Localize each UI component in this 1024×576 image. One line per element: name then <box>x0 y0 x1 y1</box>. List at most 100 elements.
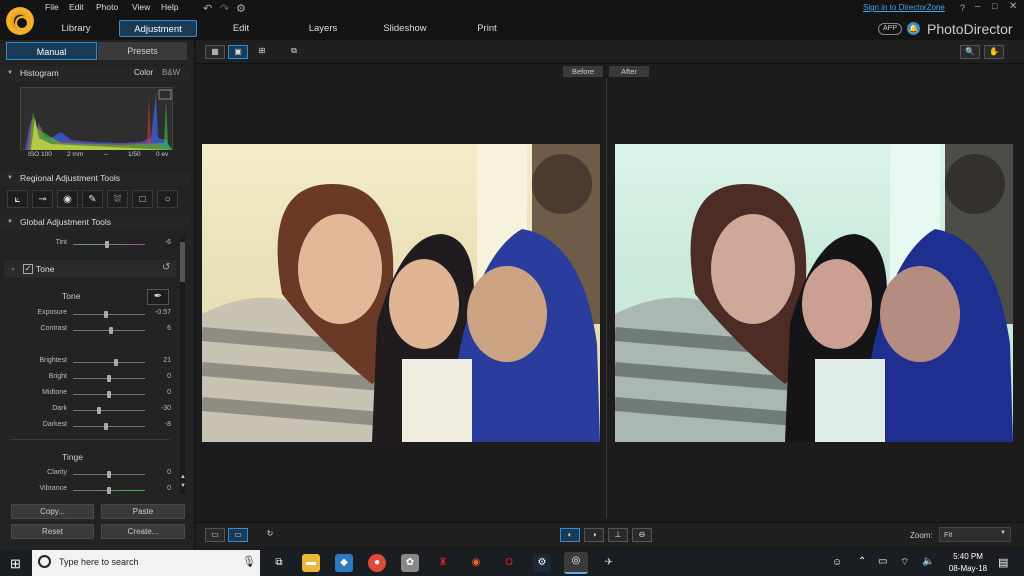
volume-icon[interactable]: 🔈 <box>922 556 934 567</box>
zoom-select[interactable]: Fit ▼ <box>939 527 1011 542</box>
app-icon-4[interactable]: ◉ <box>467 554 485 572</box>
tab-presets[interactable]: Presets <box>98 42 187 60</box>
steam-icon[interactable]: ⚙ <box>533 554 551 572</box>
reset-tone-icon[interactable]: ↺ <box>162 262 170 273</box>
crop-tool-icon[interactable]: ⟀ <box>7 190 28 208</box>
tab-layers[interactable]: Layers <box>292 20 354 37</box>
paste-button[interactable]: Paste <box>101 504 185 519</box>
clarity-thumb[interactable] <box>107 471 111 478</box>
rotate-icon[interactable]: ↻ <box>260 528 280 542</box>
microphone-icon[interactable]: 🎙 <box>242 555 256 568</box>
midtone-slider[interactable]: Midtone 0 <box>10 388 171 400</box>
brightest-track[interactable] <box>73 359 145 366</box>
brightest-thumb[interactable] <box>113 359 118 366</box>
horizontal-split-icon[interactable]: ⊖ <box>632 528 652 542</box>
regional-tools-header[interactable]: Regional Adjustment Tools <box>0 171 190 186</box>
tab-manual[interactable]: Manual <box>6 42 97 60</box>
grid-view-icon[interactable]: ⊞ <box>252 45 272 59</box>
tint-thumb[interactable] <box>105 241 109 248</box>
midtone-thumb[interactable] <box>107 391 111 398</box>
people-icon[interactable]: ☺ <box>832 557 842 568</box>
hand-tool-icon[interactable]: ✋ <box>984 45 1004 59</box>
menu-help[interactable]: Help <box>161 2 178 12</box>
vertical-split-icon[interactable]: ⊥ <box>608 528 628 542</box>
app-icon-5[interactable]: ✈ <box>600 554 618 572</box>
global-tools-header[interactable]: Global Adjustment Tools <box>0 215 190 230</box>
compare-divider[interactable] <box>606 78 607 518</box>
panel-scrollbar[interactable] <box>180 236 185 494</box>
tone-section-header[interactable]: ⌄ ✓ Tone ↺ <box>4 260 176 278</box>
compare-view-icon[interactable]: ⧉ <box>284 45 304 59</box>
wifi-icon[interactable]: ⌔ <box>900 556 909 569</box>
red-eye-icon[interactable]: ◉ <box>57 190 78 208</box>
action-center-icon[interactable]: ▤ <box>998 556 1008 569</box>
brightest-slider[interactable]: Brightest 21 <box>10 356 171 368</box>
tab-adjustment[interactable]: Adjustment <box>119 20 197 37</box>
tab-slideshow[interactable]: Slideshow <box>370 20 440 37</box>
tray-chevron-up-icon[interactable]: ⌃ <box>858 556 866 567</box>
file-explorer-icon[interactable]: ▬ <box>302 554 320 572</box>
hide-left-panel-icon[interactable]: ▭ <box>205 528 225 542</box>
close-button[interactable]: ✕ <box>1009 1 1017 12</box>
brush-icon[interactable]: ✎ <box>82 190 103 208</box>
minimize-button[interactable]: – <box>975 1 981 12</box>
dark-track[interactable] <box>73 407 145 414</box>
scroll-down-icon[interactable]: ▼ <box>180 483 186 489</box>
bright-slider[interactable]: Bright 0 <box>10 372 171 384</box>
tint-slider[interactable]: Tint -6 <box>10 238 171 250</box>
taskbar-time[interactable]: 5:40 PM <box>948 552 988 561</box>
gradient-icon[interactable]: ⛆ <box>107 190 128 208</box>
split-view-icon[interactable]: ◑ <box>584 528 604 542</box>
tint-track[interactable] <box>73 241 145 248</box>
menu-view[interactable]: View <box>132 2 150 12</box>
bright-thumb[interactable] <box>107 375 111 382</box>
radial-filter-icon[interactable]: ○ <box>157 190 178 208</box>
exposure-slider[interactable]: Exposure -0.57 <box>10 308 171 320</box>
app-badge[interactable]: APP <box>878 23 903 35</box>
app-icon-2[interactable]: ✿ <box>401 554 419 572</box>
redo-icon[interactable]: ↷ <box>220 2 229 15</box>
before-after-side-icon[interactable]: ◐ <box>560 528 580 542</box>
square-mask-icon[interactable]: □ <box>132 190 153 208</box>
bright-track[interactable] <box>73 375 145 382</box>
clarity-slider[interactable]: Clarity 0 <box>10 468 171 480</box>
sign-in-link[interactable]: Sign in to DirectorZone <box>863 3 945 12</box>
contrast-slider[interactable]: Contrast 6 <box>10 324 171 336</box>
zoom-tool-icon[interactable]: 🔍 <box>960 45 980 59</box>
app-icon-3[interactable]: ♜ <box>434 554 452 572</box>
opera-icon[interactable]: O <box>500 554 518 572</box>
darkest-thumb[interactable] <box>104 423 109 430</box>
settings-gear-icon[interactable]: ⚙ <box>236 2 246 15</box>
tab-library[interactable]: Library <box>45 20 107 37</box>
darkest-track[interactable] <box>73 423 145 430</box>
midtone-track[interactable] <box>73 391 145 398</box>
vibrance-slider[interactable]: Vibrance 0 <box>10 484 171 496</box>
contrast-thumb[interactable] <box>109 327 114 334</box>
create-preset-button[interactable]: Create... <box>101 524 185 539</box>
help-button[interactable]: ? <box>960 3 965 13</box>
notification-bell-icon[interactable]: 🔔 <box>907 22 920 35</box>
collapse-chevron-icon[interactable]: ⌄ <box>10 264 16 272</box>
network-icon[interactable]: ▭ <box>878 556 887 567</box>
task-view-icon[interactable]: ⧉ <box>270 554 288 572</box>
copy-button[interactable]: Copy... <box>11 504 94 519</box>
single-view-icon[interactable]: ▣ <box>228 45 248 59</box>
menu-photo[interactable]: Photo <box>96 2 118 12</box>
windows-start-icon[interactable]: ⊞ <box>10 556 21 572</box>
dark-thumb[interactable] <box>96 407 101 414</box>
maximize-button[interactable]: □ <box>992 1 997 11</box>
histogram-color-toggle[interactable]: Color <box>134 68 153 77</box>
tab-print[interactable]: Print <box>456 20 518 37</box>
darkest-slider[interactable]: Darkest -8 <box>10 420 171 432</box>
vibrance-thumb[interactable] <box>107 487 111 494</box>
tab-edit[interactable]: Edit <box>210 20 272 37</box>
taskbar-date[interactable]: 08-May-18 <box>948 564 988 573</box>
panel-scrollbar-thumb[interactable] <box>180 242 185 282</box>
histogram-bw-toggle[interactable]: B&W <box>162 68 180 77</box>
taskbar-search-box[interactable]: Type here to search 🎙 <box>32 550 260 576</box>
clarity-track[interactable] <box>73 471 145 478</box>
undo-icon[interactable]: ↶ <box>203 2 212 15</box>
exposure-thumb[interactable] <box>104 311 109 318</box>
chrome-icon[interactable]: ● <box>368 554 386 572</box>
show-panels-icon[interactable]: ▭ <box>228 528 248 542</box>
